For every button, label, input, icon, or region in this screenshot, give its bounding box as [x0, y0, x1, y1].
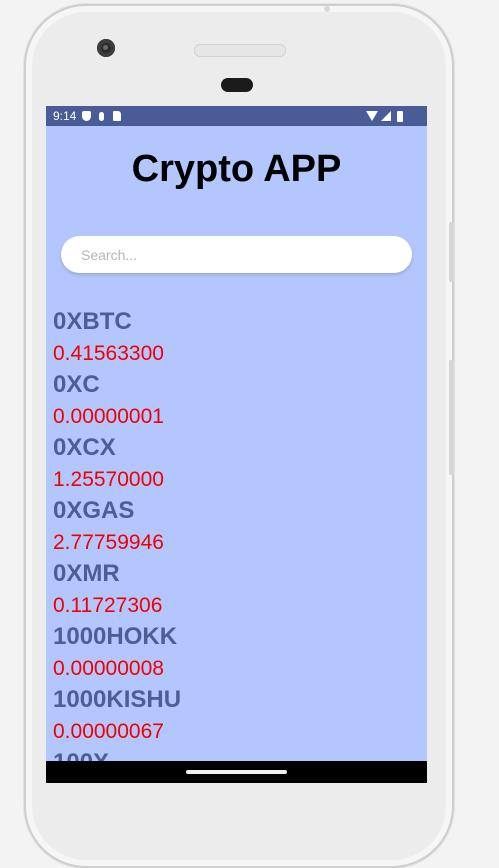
shield-icon: [82, 111, 92, 121]
home-gesture-handle[interactable]: [186, 770, 287, 774]
coin-symbol: 0XCX: [53, 434, 116, 461]
list-item[interactable]: 0XMR 0.11727306: [53, 558, 423, 621]
coin-symbol: 0XC: [53, 371, 100, 398]
coin-symbol: 0XMR: [53, 560, 120, 587]
coin-price: 0.41563300: [53, 342, 164, 365]
earpiece: [221, 78, 253, 92]
coin-price: 0.00000008: [53, 657, 164, 680]
status-time: 9:14: [53, 109, 77, 123]
app-screen: 9:14 Crypto APP 0XBTC 0.41563300 0XC 0.0…: [46, 106, 427, 783]
coin-price: 2.77759946: [53, 531, 164, 554]
coin-price: 0.11727306: [53, 594, 163, 617]
coin-symbol: 0XGAS: [53, 497, 135, 524]
volume-button[interactable]: [449, 222, 454, 282]
list-item[interactable]: 1000HOKK 0.00000008: [53, 621, 423, 684]
coin-symbol: 1000KISHU: [53, 686, 182, 713]
page-title: Crypto APP: [131, 148, 342, 190]
wifi-icon: [366, 111, 378, 121]
sd-card-icon: [113, 111, 122, 121]
list-item[interactable]: 1000KISHU 0.00000067: [53, 684, 423, 747]
coin-price: 1.25570000: [53, 468, 164, 491]
list-item[interactable]: 0XC 0.00000001: [53, 369, 423, 432]
coin-symbol: 1000HOKK: [53, 623, 178, 650]
coin-list[interactable]: 0XBTC 0.41563300 0XC 0.00000001 0XCX 1.2…: [53, 306, 423, 783]
coin-symbol: 0XBTC: [53, 308, 132, 335]
speaker-grille: [194, 44, 286, 57]
list-item[interactable]: 0XBTC 0.41563300: [53, 306, 423, 369]
navigation-bar: [46, 761, 427, 783]
list-item[interactable]: 0XCX 1.25570000: [53, 432, 423, 495]
mic-icon: [99, 111, 105, 121]
front-camera-icon: [97, 39, 115, 57]
battery-icon: [397, 110, 403, 122]
coin-price: 0.00000001: [53, 405, 164, 428]
signal-icon: [381, 111, 391, 121]
search-bar[interactable]: [61, 236, 412, 273]
proximity-sensor: [324, 6, 330, 12]
status-right-icons: [366, 110, 403, 122]
coin-price: 0.00000067: [53, 720, 164, 743]
list-item[interactable]: 0XGAS 2.77759946: [53, 495, 423, 558]
power-button[interactable]: [449, 360, 454, 475]
search-input[interactable]: [79, 245, 393, 264]
status-bar: 9:14: [46, 106, 427, 126]
